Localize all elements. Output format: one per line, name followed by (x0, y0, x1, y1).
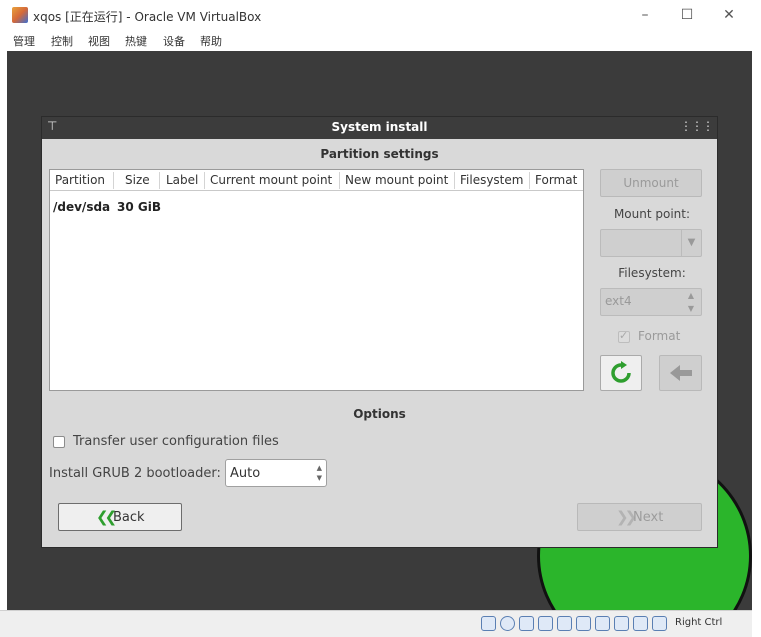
back-button[interactable]: ❮❮ Back (58, 503, 182, 531)
partition-table-header: Partition Size Label Current mount point… (50, 170, 583, 191)
column-separator (159, 172, 160, 189)
column-separator (339, 172, 340, 189)
partition-table[interactable]: Partition Size Label Current mount point… (49, 169, 584, 391)
column-partition[interactable]: Partition (55, 173, 105, 187)
column-separator (454, 172, 455, 189)
column-current-mount-point[interactable]: Current mount point (210, 173, 332, 187)
menu-item-control[interactable]: 控制 (51, 33, 73, 49)
mount-point-label: Mount point: (613, 207, 691, 221)
format-checkbox[interactable]: ✓ (618, 329, 630, 343)
shared-folder-icon[interactable] (557, 616, 572, 631)
cpu-icon[interactable] (614, 616, 629, 631)
vbox-statusbar: Right Ctrl (0, 610, 752, 637)
spin-arrows-icon: ▲ ▼ (316, 464, 322, 482)
column-separator (113, 172, 114, 189)
grip-icon[interactable]: ⋮⋮⋮ (680, 119, 714, 133)
column-separator (204, 172, 205, 189)
recording-icon[interactable] (595, 616, 610, 631)
grub-label: Install GRUB 2 bootloader: (49, 466, 221, 481)
column-separator (529, 172, 530, 189)
column-filesystem[interactable]: Filesystem (460, 173, 523, 187)
chevron-down-icon: ▼ (681, 230, 701, 256)
virtualbox-window: xqos [正在运行] - Oracle VM VirtualBox – ☐ ✕… (0, 0, 752, 637)
guest-display[interactable]: ⊤ System install ⋮⋮⋮ Partition settings … (7, 51, 752, 610)
transfer-config-checkbox[interactable] (53, 436, 65, 448)
row-partition-cell[interactable]: /dev/sda (53, 200, 110, 214)
desktop-wallpaper-bubble-tail (547, 581, 627, 610)
system-install-dialog: ⊤ System install ⋮⋮⋮ Partition settings … (41, 116, 718, 548)
keyboard-icon[interactable] (652, 616, 667, 631)
options-heading: Options (353, 407, 406, 421)
format-label: Format (638, 329, 681, 343)
transfer-config-label: Transfer user configuration files (73, 434, 279, 449)
apply-back-button[interactable] (659, 355, 702, 391)
spin-arrows-icon: ▲ ▼ (687, 291, 695, 313)
menu-item-hotkey[interactable]: 热键 (125, 33, 147, 49)
mouse-integration-icon[interactable] (633, 616, 648, 631)
window-title: xqos [正在运行] - Oracle VM VirtualBox (33, 10, 262, 24)
host-key-label: Right Ctrl (675, 617, 723, 628)
grub-select[interactable]: Auto ▲ ▼ (225, 459, 327, 487)
display-icon[interactable] (576, 616, 591, 631)
mount-point-combo[interactable]: ▼ (600, 229, 702, 257)
double-chevron-right-icon: ❯❯ (616, 508, 637, 526)
usb-icon[interactable] (538, 616, 553, 631)
partition-settings-heading: Partition settings (320, 147, 439, 161)
menu-item-devices[interactable]: 设备 (163, 33, 185, 49)
menu-item-manage[interactable]: 管理 (13, 33, 35, 49)
host-background-right (752, 0, 761, 637)
filesystem-value: ext4 (605, 294, 632, 308)
optical-drive-icon[interactable] (500, 616, 515, 631)
virtualbox-logo-icon (12, 7, 28, 23)
refresh-icon (611, 361, 631, 383)
menu-item-help[interactable]: 帮助 (200, 33, 222, 49)
column-size[interactable]: Size (125, 173, 150, 187)
column-label[interactable]: Label (166, 173, 198, 187)
next-button[interactable]: ❯❯ Next (577, 503, 702, 531)
minimize-button[interactable]: – (634, 5, 656, 25)
checkmark-icon: ✓ (619, 329, 629, 342)
unmount-button[interactable]: Unmount (600, 169, 702, 197)
double-chevron-left-icon: ❮❮ (96, 508, 117, 526)
column-format[interactable]: Format (535, 173, 577, 187)
screen: xqos [正在运行] - Oracle VM VirtualBox – ☐ ✕… (0, 0, 761, 637)
window-titlebar: xqos [正在运行] - Oracle VM VirtualBox – ☐ ✕ (0, 0, 752, 30)
next-button-label: Next (633, 510, 664, 525)
dialog-title: System install (331, 120, 428, 134)
grub-value: Auto (230, 466, 261, 481)
hard-disk-icon[interactable] (481, 616, 496, 631)
dialog-titlebar: ⊤ System install ⋮⋮⋮ (42, 117, 717, 139)
column-new-mount-point[interactable]: New mount point (345, 173, 448, 187)
maximize-button[interactable]: ☐ (676, 5, 698, 25)
back-button-label: Back (113, 510, 145, 525)
arrow-left-icon (669, 365, 692, 381)
menu-item-view[interactable]: 视图 (88, 33, 110, 49)
network-icon[interactable] (519, 616, 534, 631)
row-size-cell[interactable]: 30 GiB (117, 200, 161, 214)
menu-bar: 管理 控制 视图 热键 设备 帮助 (0, 30, 752, 51)
close-button[interactable]: ✕ (718, 5, 740, 25)
filesystem-select[interactable]: ext4 ▲ ▼ (600, 288, 702, 316)
filesystem-label: Filesystem: (618, 266, 686, 280)
refresh-button[interactable] (600, 355, 642, 391)
